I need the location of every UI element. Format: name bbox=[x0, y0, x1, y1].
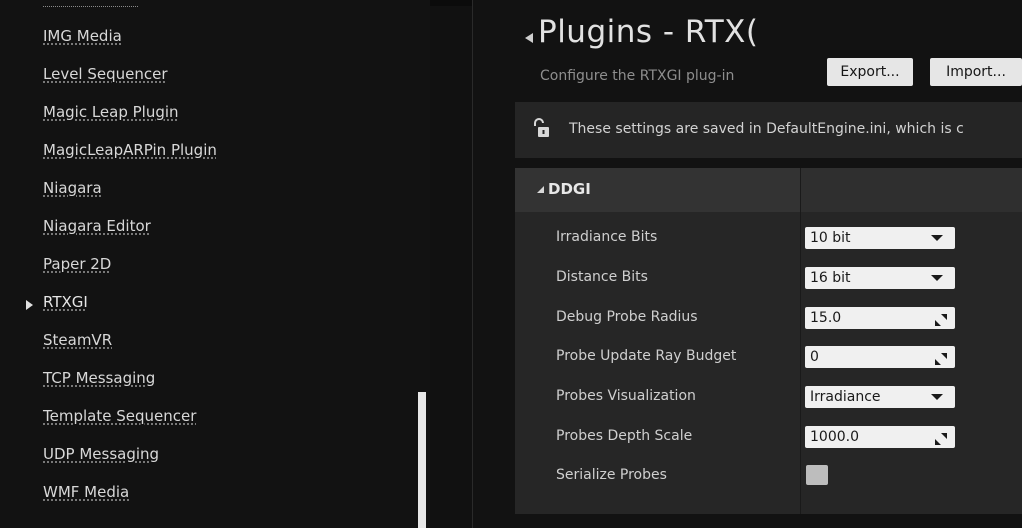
debug-probe-radius-value: 15.0 bbox=[810, 310, 842, 326]
sidebar-item-paper-2d[interactable]: Paper 2D bbox=[43, 255, 111, 273]
sidebar-item-udp-messaging[interactable]: UDP Messaging bbox=[43, 445, 159, 463]
sidebar-item-niagara-editor[interactable]: Niagara Editor bbox=[43, 217, 151, 235]
section-title: DDGI bbox=[548, 180, 591, 198]
sidebar-item-template-sequencer[interactable]: Template Sequencer bbox=[43, 407, 196, 425]
sidebar-item-magic-leap-plugin[interactable]: Magic Leap Plugin bbox=[43, 103, 179, 121]
unlocked-padlock-icon bbox=[532, 117, 552, 143]
sidebar-item-level-sequencer[interactable]: Level Sequencer bbox=[43, 65, 168, 83]
sidebar-item-niagara[interactable]: Niagara bbox=[43, 179, 102, 197]
probe-update-ray-budget-field[interactable]: 0 bbox=[805, 346, 955, 368]
drag-spin-icon[interactable] bbox=[935, 311, 947, 333]
property-label-debug-probe-radius: Debug Probe Radius bbox=[556, 309, 698, 325]
import-button[interactable]: Import... bbox=[930, 58, 1022, 86]
property-label-serialize-probes: Serialize Probes bbox=[556, 467, 667, 483]
property-label-probe-update-ray-budget: Probe Update Ray Budget bbox=[556, 348, 737, 364]
page-title: Plugins - RTX( bbox=[538, 14, 759, 50]
debug-probe-radius-field[interactable]: 15.0 bbox=[805, 307, 955, 329]
sidebar-item-tcp-messaging[interactable]: TCP Messaging bbox=[43, 369, 155, 387]
probes-depth-scale-field[interactable]: 1000.0 bbox=[805, 426, 955, 448]
chevron-down-icon bbox=[931, 394, 943, 400]
irradiance-bits-value: 10 bit bbox=[810, 230, 851, 246]
page-description: Configure the RTXGI plug-in bbox=[540, 68, 735, 84]
probes-visualization-value: Irradiance bbox=[810, 389, 881, 405]
sidebar-item-steamvr[interactable]: SteamVR bbox=[43, 331, 112, 349]
distance-bits-value: 16 bit bbox=[810, 270, 851, 286]
config-notice-bar: These settings are saved in DefaultEngin… bbox=[515, 102, 1022, 158]
chevron-down-icon bbox=[931, 235, 943, 241]
sidebar-item-img-media[interactable]: IMG Media bbox=[43, 27, 122, 45]
section-header[interactable]: DDGI bbox=[515, 168, 1022, 212]
export-button[interactable]: Export... bbox=[827, 58, 913, 86]
chevron-down-icon bbox=[931, 275, 943, 281]
drag-spin-icon[interactable] bbox=[935, 350, 947, 372]
property-label-probes-visualization: Probes Visualization bbox=[556, 388, 696, 404]
probes-depth-scale-value: 1000.0 bbox=[810, 429, 859, 445]
sidebar-item-wmf-media[interactable]: WMF Media bbox=[43, 483, 129, 501]
property-label-irradiance-bits: Irradiance Bits bbox=[556, 229, 658, 245]
drag-spin-icon[interactable] bbox=[935, 430, 947, 452]
active-item-arrow-icon bbox=[26, 300, 33, 310]
notice-text: These settings are saved in DefaultEngin… bbox=[569, 121, 964, 137]
serialize-probes-checkbox[interactable] bbox=[806, 465, 828, 485]
sidebar-item-rtxgi[interactable]: RTXGI bbox=[43, 293, 88, 311]
settings-category-sidebar: IMG Media Level Sequencer Magic Leap Plu… bbox=[0, 0, 430, 528]
sidebar-scrollbar[interactable] bbox=[418, 392, 426, 528]
column-divider[interactable] bbox=[800, 168, 801, 514]
probes-visualization-dropdown[interactable]: Irradiance bbox=[805, 386, 955, 408]
sidebar-item-partial[interactable] bbox=[43, 0, 138, 7]
distance-bits-dropdown[interactable]: 16 bit bbox=[805, 267, 955, 289]
expand-arrow-icon[interactable] bbox=[537, 186, 544, 193]
irradiance-bits-dropdown[interactable]: 10 bit bbox=[805, 227, 955, 249]
probe-update-ray-budget-value: 0 bbox=[810, 349, 819, 365]
ddgi-section: DDGI bbox=[515, 168, 1022, 514]
property-label-distance-bits: Distance Bits bbox=[556, 269, 648, 285]
collapse-arrow-icon[interactable] bbox=[525, 33, 533, 43]
sidebar-item-magicleaparpin-plugin[interactable]: MagicLeapARPin Plugin bbox=[43, 141, 217, 159]
property-label-probes-depth-scale: Probes Depth Scale bbox=[556, 428, 693, 444]
